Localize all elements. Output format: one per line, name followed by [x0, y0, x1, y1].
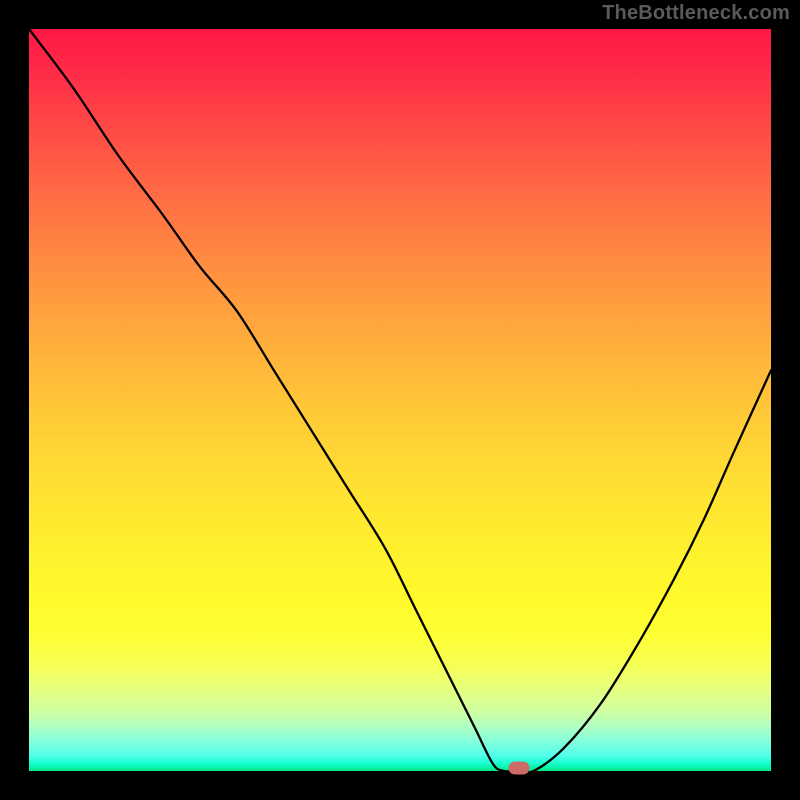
chart-container: TheBottleneck.com — [0, 0, 800, 800]
optimal-point-marker — [508, 762, 529, 775]
plot-area — [29, 29, 771, 771]
bottleneck-curve — [29, 29, 771, 771]
watermark-text: TheBottleneck.com — [602, 2, 790, 25]
